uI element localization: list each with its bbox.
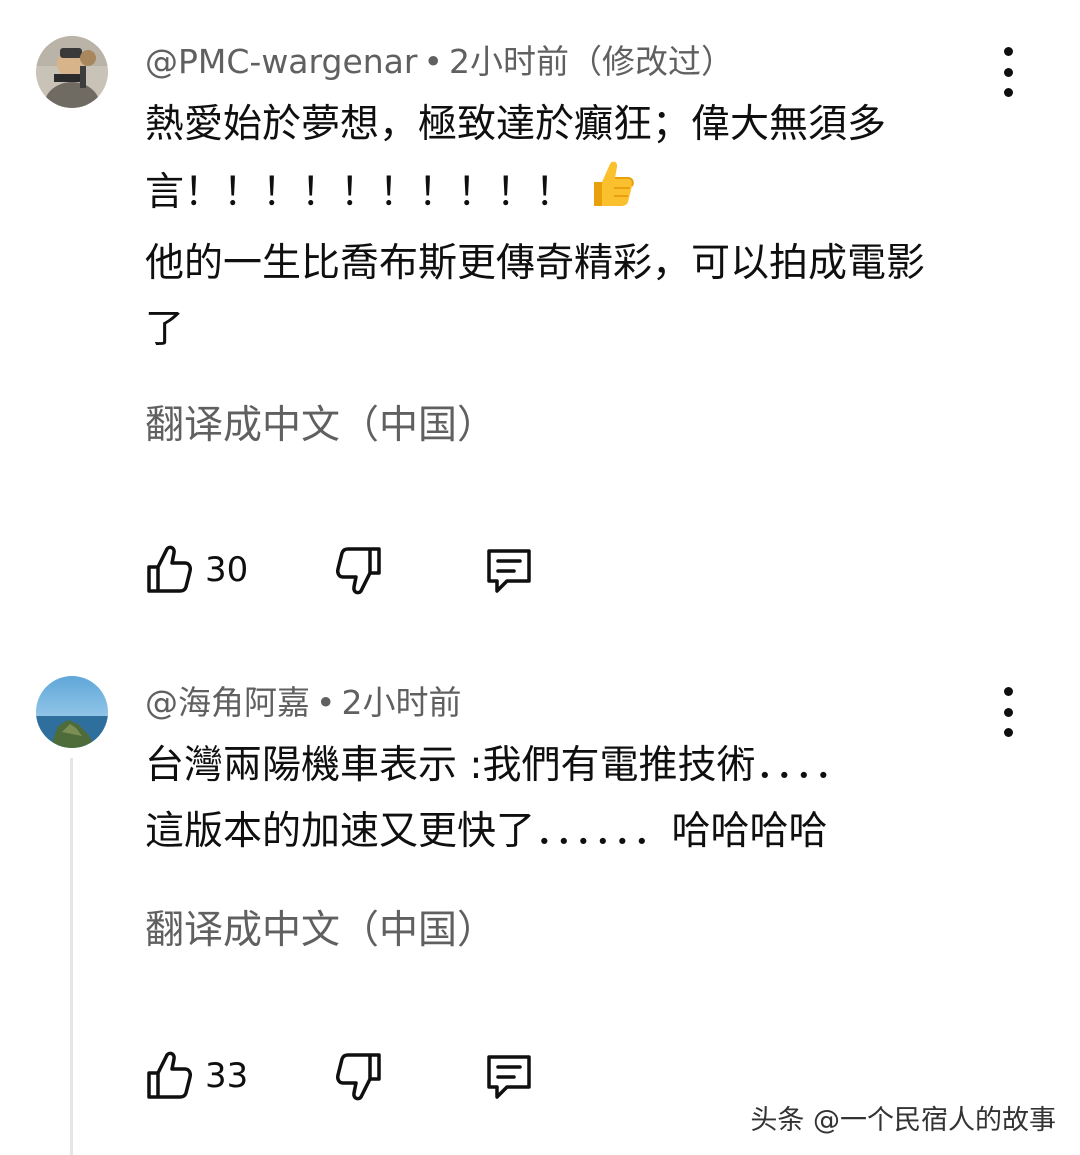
comment-actions: 30 bbox=[145, 542, 535, 598]
avatar-image bbox=[36, 36, 108, 108]
like-button[interactable]: 30 bbox=[145, 545, 265, 595]
thumb-up-icon bbox=[147, 545, 192, 593]
translate-link[interactable]: 翻译成中文（中国） bbox=[145, 907, 496, 955]
translate-link[interactable]: 翻译成中文（中国） bbox=[145, 402, 496, 450]
comment-actions: 33 bbox=[145, 1048, 535, 1104]
avatar[interactable] bbox=[36, 676, 108, 748]
comment-line: 他的一生比喬布斯更傳奇精彩，可以拍成電影 bbox=[145, 241, 926, 286]
comment-body: 熱愛始於夢想，極致達於癲狂；偉大無須多 言！！！！！！！！！！ 他的一生比喬布斯… bbox=[145, 92, 1025, 363]
comment-body: 台灣兩陽機車表示 :我們有電推技術．．．． 這版本的加速又更快了．．．．．．哈哈… bbox=[145, 733, 1025, 865]
comment-line: 言！！！！！！！！！！ bbox=[145, 170, 575, 215]
comment-header: @PMC-wargenar • 2小时前（修改过） bbox=[145, 42, 734, 82]
comments-page: @PMC-wargenar • 2小时前（修改过） 熱愛始於夢想，極致達於癲狂；偉大… bbox=[0, 0, 1080, 1155]
separator-dot: • bbox=[316, 683, 336, 722]
separator-dot: • bbox=[423, 42, 443, 81]
more-vertical-icon-dot bbox=[1003, 67, 1013, 77]
comment-time: 2小时前 bbox=[341, 683, 462, 722]
comment-line: 這版本的加速又更快了．．．．．．哈哈哈哈 bbox=[145, 809, 828, 854]
like-count: 33 bbox=[205, 1056, 249, 1096]
thumbs-up-emoji-icon bbox=[584, 158, 634, 231]
like-button[interactable]: 33 bbox=[145, 1051, 265, 1101]
reply-comment-icon bbox=[487, 1055, 531, 1099]
comment-line-with-emoji: 言！！！！！！！！！！ bbox=[145, 158, 1025, 231]
comment-line: 了 bbox=[145, 307, 185, 352]
like-count: 30 bbox=[205, 550, 249, 590]
more-options-button[interactable] bbox=[988, 47, 1028, 97]
thumb-up-icon bbox=[147, 1051, 192, 1099]
author-name[interactable]: @海角阿嘉 bbox=[145, 683, 310, 722]
thumb-down-icon bbox=[336, 547, 381, 595]
comment-line: 熱愛始於夢想，極致達於癲狂；偉大無須多 bbox=[145, 102, 887, 147]
more-vertical-icon bbox=[1003, 47, 1013, 56]
avatar[interactable] bbox=[36, 36, 108, 108]
comment-time: 2小时前（修改过） bbox=[448, 42, 734, 81]
reply-button[interactable] bbox=[483, 1051, 535, 1101]
comment-header: @海角阿嘉 • 2小时前 bbox=[145, 683, 461, 723]
dislike-button[interactable] bbox=[335, 1051, 383, 1101]
more-vertical-icon bbox=[1003, 687, 1013, 696]
reply-button[interactable] bbox=[483, 545, 535, 595]
comment-line: 台灣兩陽機車表示 :我們有電推技術．．．． bbox=[145, 743, 854, 788]
reply-comment-icon bbox=[487, 549, 531, 593]
avatar-image bbox=[36, 676, 108, 748]
more-vertical-icon-dot bbox=[1003, 707, 1013, 717]
thumb-down-icon bbox=[336, 1053, 381, 1101]
watermark: 头条 @一个民宿人的故事 bbox=[750, 1105, 1056, 1136]
more-options-button[interactable] bbox=[988, 687, 1028, 737]
thread-line bbox=[70, 758, 73, 1155]
dislike-button[interactable] bbox=[335, 545, 383, 595]
author-name[interactable]: @PMC-wargenar bbox=[145, 42, 417, 81]
